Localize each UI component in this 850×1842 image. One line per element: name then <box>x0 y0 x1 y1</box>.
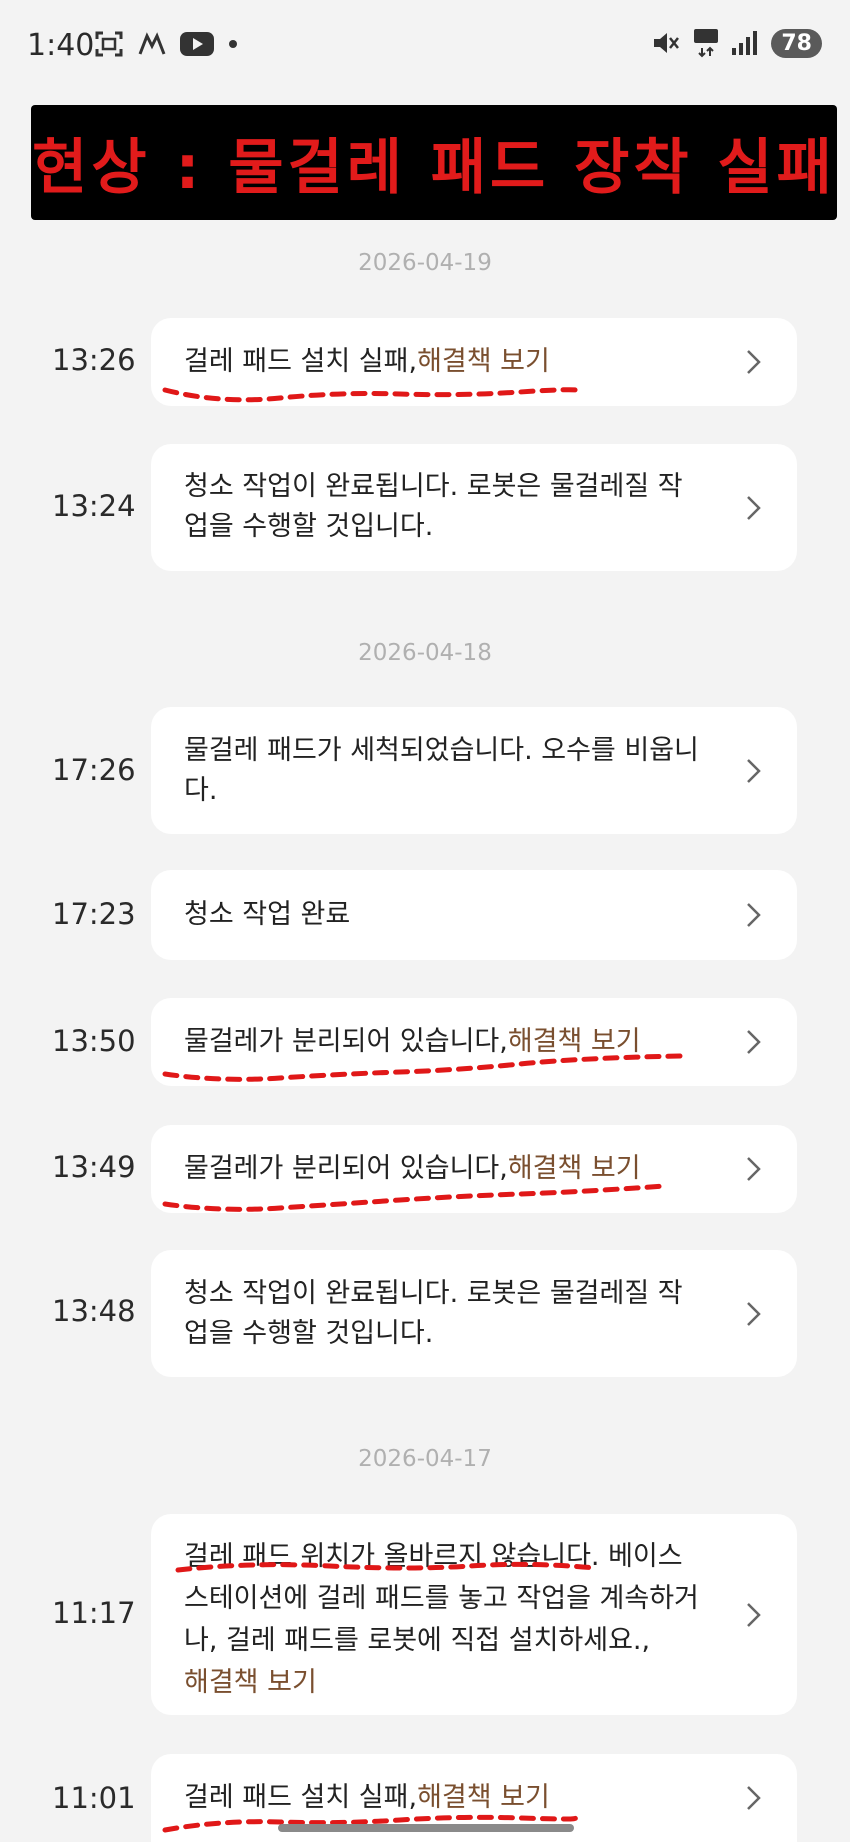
message-card[interactable]: 청소 작업 완료 <box>151 870 797 960</box>
status-right-icons: 78 <box>651 28 822 58</box>
message-text: 걸레 패드 위치가 올바르지 않습니다. 베이스 스테이션에 걸레 패드를 놓고… <box>184 1541 699 1698</box>
message-card[interactable]: 청소 작업이 완료됩니다. 로봇은 물걸레질 작업을 수행할 것입니다. <box>151 1250 797 1377</box>
message-card[interactable]: 걸레 패드 위치가 올바르지 않습니다. 베이스 스테이션에 걸레 패드를 놓고… <box>151 1514 797 1715</box>
signal-icon <box>732 31 758 55</box>
chevron-right-icon <box>747 1157 761 1181</box>
status-left-icons <box>94 30 238 58</box>
solution-link[interactable]: 해결책 보기 <box>417 1782 550 1813</box>
message-text: 물걸레 패드가 세척되었습니다. 오수를 비웁니다. <box>184 735 699 806</box>
message-text: 청소 작업 완료 <box>184 899 351 930</box>
message-time: 11:01 <box>52 1781 136 1815</box>
message-card[interactable]: 물걸레가 분리되어 있습니다,해결책 보기 <box>151 1125 797 1213</box>
message-time: 13:24 <box>52 489 136 523</box>
status-time: 1:40 <box>27 28 95 63</box>
message-text: 물걸레가 분리되어 있습니다,해결책 보기 <box>184 1153 641 1184</box>
dot-icon <box>229 40 237 48</box>
issue-banner: 현상 : 물걸레 패드 장착 실패 <box>31 105 837 220</box>
date-header: 2026-04-18 <box>358 640 492 666</box>
app-icon <box>138 32 166 55</box>
message-time: 13:26 <box>52 343 136 377</box>
date-header: 2026-04-19 <box>358 250 492 276</box>
message-time: 17:23 <box>52 897 136 931</box>
message-text: 청소 작업이 완료됩니다. 로봇은 물걸레질 작업을 수행할 것입니다. <box>184 1278 683 1349</box>
message-time: 13:48 <box>52 1294 136 1328</box>
message-text: 청소 작업이 완료됩니다. 로봇은 물걸레질 작업을 수행할 것입니다. <box>184 471 683 542</box>
chevron-right-icon <box>747 350 761 374</box>
chevron-right-icon <box>747 1786 761 1810</box>
banner-text: 현상 : 물걸레 패드 장착 실패 <box>32 133 836 203</box>
youtube-icon <box>180 32 214 56</box>
message-card[interactable]: 물걸레 패드가 세척되었습니다. 오수를 비웁니다. <box>151 707 797 834</box>
chevron-right-icon <box>747 1030 761 1054</box>
message-card[interactable]: 청소 작업이 완료됩니다. 로봇은 물걸레질 작업을 수행할 것입니다. <box>151 444 797 571</box>
message-text: 걸레 패드 설치 실패,해결책 보기 <box>184 1782 550 1813</box>
message-text: 걸레 패드 설치 실패,해결책 보기 <box>184 346 550 377</box>
message-card[interactable]: 걸레 패드 설치 실패,해결책 보기 <box>151 318 797 406</box>
message-time: 13:49 <box>52 1150 136 1184</box>
mute-icon <box>654 33 680 53</box>
message-time: 13:50 <box>52 1024 136 1058</box>
solution-link[interactable]: 해결책 보기 <box>508 1153 641 1184</box>
screenshot-icon <box>95 31 123 57</box>
chevron-right-icon <box>747 495 761 520</box>
chevron-right-icon <box>747 1301 761 1326</box>
message-time: 11:17 <box>52 1596 136 1630</box>
message-text: 물걸레가 분리되어 있습니다,해결책 보기 <box>184 1026 641 1057</box>
battery-indicator: 78 <box>771 28 822 58</box>
chevron-right-icon <box>747 758 761 783</box>
chevron-right-icon <box>747 1602 761 1627</box>
status-bar: 1:40 78 <box>0 0 850 96</box>
chevron-right-icon <box>747 903 761 927</box>
solution-link[interactable]: 해결책 보기 <box>184 1667 317 1698</box>
solution-link[interactable]: 해결책 보기 <box>508 1026 641 1057</box>
date-header: 2026-04-17 <box>358 1446 492 1472</box>
message-card[interactable]: 물걸레가 분리되어 있습니다,해결책 보기 <box>151 998 797 1086</box>
network-5g-icon <box>694 29 719 58</box>
solution-link[interactable]: 해결책 보기 <box>417 346 550 377</box>
message-time: 17:26 <box>52 753 136 787</box>
home-indicator[interactable] <box>278 1824 574 1832</box>
